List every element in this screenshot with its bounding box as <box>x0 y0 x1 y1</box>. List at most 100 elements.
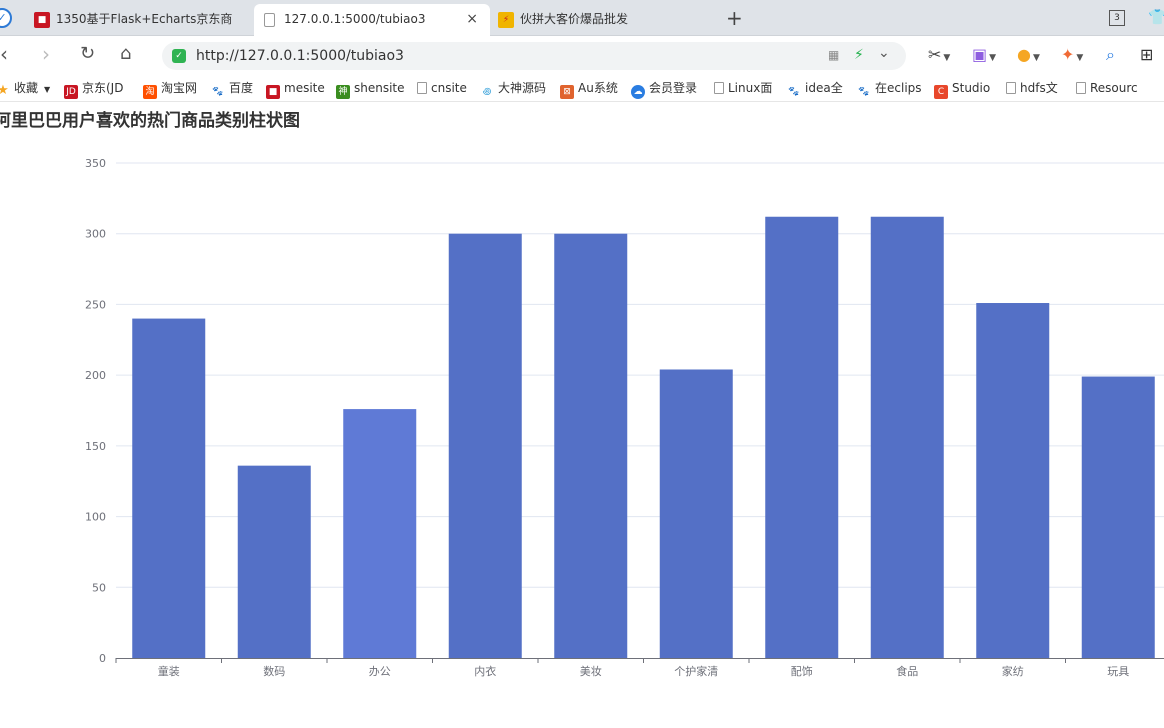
x-tick-label: 配饰 <box>791 664 813 678</box>
y-tick-label: 300 <box>85 228 106 241</box>
coin-icon[interactable]: ● ▼ <box>1017 44 1040 69</box>
y-tick-label: 250 <box>85 298 106 311</box>
bookmark-label: idea全 <box>805 81 843 95</box>
bookmark-favorites[interactable]: ★ 收藏 ▼ <box>0 80 50 98</box>
bookmark-label: hdfs文 <box>1020 81 1058 95</box>
bookmark-cnsite[interactable]: cnsite <box>417 80 467 96</box>
bar <box>132 318 206 658</box>
doc-icon <box>1006 82 1016 94</box>
bookmark-label: 百度 <box>229 81 254 95</box>
y-tick-label: 150 <box>85 440 106 453</box>
bookmark-label: shensite <box>354 81 405 95</box>
bar <box>343 409 417 658</box>
bookmark-studio[interactable]: C Studio <box>934 80 990 99</box>
bar <box>237 465 311 658</box>
search-icon[interactable]: ⌕ <box>1106 44 1115 66</box>
bookmark-label: Resourc <box>1090 81 1138 95</box>
bookmark-label: 会员登录 <box>649 81 698 95</box>
forward-button[interactable]: › <box>42 42 50 66</box>
doc-icon <box>714 82 724 94</box>
tab-tubiao3[interactable]: 127.0.0.1:5000/tubiao3 × <box>254 4 490 36</box>
bookmark-jd[interactable]: JD 京东(JD <box>64 80 123 99</box>
chart-title: 阿里巴巴用户喜欢的热门商品类别柱状图 <box>0 111 300 131</box>
lightning-icon[interactable]: ⚡ <box>854 47 864 63</box>
bookmark-hdfs[interactable]: hdfs文 <box>1006 80 1058 96</box>
apps-grid-icon[interactable]: ⊞ <box>1140 44 1153 66</box>
bookmark-baidu[interactable]: 🐾 百度 <box>211 80 253 99</box>
x-tick-label: 童装 <box>158 664 180 678</box>
bookmark-label: Linux面 <box>728 81 773 95</box>
address-bar[interactable]: ✓ http://127.0.0.1:5000/tubiao3 ▦ ⚡ ⌄ <box>162 42 906 70</box>
doc-icon <box>1076 82 1086 94</box>
jd-icon: JD <box>64 85 78 99</box>
bookmark-resource[interactable]: Resourc <box>1076 80 1138 96</box>
bookmark-label: Au系统 <box>578 81 618 95</box>
bookmark-label: 在eclips <box>875 81 922 95</box>
cloud-icon: ☁ <box>631 85 645 99</box>
bookmark-label: mesite <box>284 81 325 95</box>
shirt-icon[interactable]: 👕 <box>1148 8 1164 26</box>
shensite-icon: 神 <box>336 85 350 99</box>
x-tick-label: 美妆 <box>580 665 602 678</box>
bookmark-label: cnsite <box>431 81 467 95</box>
bookmark-shensite[interactable]: 神 shensite <box>336 80 405 99</box>
back-button[interactable]: ‹ <box>0 42 8 66</box>
tab-title: 127.0.0.1:5000/tubiao3 <box>284 12 426 26</box>
tab-count-badge[interactable]: 3 <box>1109 10 1125 26</box>
scissors-icon[interactable]: ✂ ▼ <box>928 44 950 69</box>
bookmark-label: 大神源码 <box>498 81 547 95</box>
bookmark-taobao[interactable]: 淘淘宝网 <box>143 80 197 99</box>
red-favicon-icon: ■ <box>34 12 50 28</box>
game-icon[interactable]: ✦ ▼ <box>1061 44 1083 69</box>
bar <box>870 216 944 658</box>
y-tick-label: 200 <box>85 369 106 382</box>
qr-code-icon[interactable]: ▦ <box>828 48 839 62</box>
swirl-icon: ꩜ <box>482 87 492 97</box>
bookmark-linux[interactable]: Linux面 <box>714 80 772 96</box>
tab-strip: ✓ ■ 1350基于Flask+Echarts京东商 127.0.0.1:500… <box>0 0 1164 36</box>
c-icon: C <box>934 85 948 99</box>
y-tick-label: 0 <box>99 652 106 665</box>
mesite-icon: ■ <box>266 85 280 99</box>
x-tick-label: 家纺 <box>1002 664 1024 678</box>
baidu-icon: 🐾 <box>858 87 870 97</box>
x-tick-label: 个护家清 <box>674 664 718 678</box>
reload-button[interactable]: ↻ <box>80 42 95 66</box>
browser-toolbar: ‹ › ↻ ⌂ ✓ http://127.0.0.1:5000/tubiao3 … <box>0 36 1164 74</box>
doc-icon <box>417 82 427 94</box>
new-tab-button[interactable]: + <box>726 5 743 31</box>
bar <box>765 216 839 658</box>
chevron-down-icon: ▼ <box>44 85 51 94</box>
y-tick-label: 350 <box>85 157 106 170</box>
star-icon: ★ <box>0 83 9 98</box>
bookmark-member-login[interactable]: ☁ 会员登录 <box>631 80 697 99</box>
bar <box>1081 376 1155 658</box>
bookmark-au[interactable]: ⊠ Au系统 <box>560 80 618 99</box>
bookmark-label: 京东(JD <box>82 81 124 95</box>
x-tick-label: 食品 <box>896 664 918 678</box>
x-tick-label: 内衣 <box>474 664 496 678</box>
y-tick-label: 50 <box>92 581 106 594</box>
tab-close-icon[interactable]: × <box>466 4 478 34</box>
x-tick-label: 玩具 <box>1107 665 1129 678</box>
chevron-down-icon[interactable]: ⌄ <box>878 45 890 61</box>
y-tick-label: 100 <box>85 511 106 524</box>
tab-title: 1350基于Flask+Echarts京东商 <box>56 12 233 26</box>
bookmark-dashen[interactable]: ꩜ 大神源码 <box>480 80 546 99</box>
bookmark-mesite[interactable]: ■ mesite <box>266 80 325 99</box>
bar <box>448 233 522 658</box>
translate-icon[interactable]: ▣ ▼ <box>972 44 996 69</box>
home-button[interactable]: ⌂ <box>120 42 131 66</box>
bookmark-label: 淘宝网 <box>161 81 198 95</box>
bookmark-eclipse[interactable]: 🐾 在eclips <box>857 80 922 99</box>
browser-logo-icon[interactable]: ✓ <box>0 8 12 28</box>
x-tick-label: 数码 <box>263 665 285 678</box>
tab-1350-flask[interactable]: ■ 1350基于Flask+Echarts京东商 <box>26 4 254 36</box>
url-text[interactable]: http://127.0.0.1:5000/tubiao3 <box>196 42 404 70</box>
bookmark-idea[interactable]: 🐾 idea全 <box>787 80 843 99</box>
document-icon <box>264 13 275 27</box>
bar <box>659 369 733 658</box>
tab-huopin[interactable]: ⚡ 伙拼大客价爆品批发 <box>490 4 718 36</box>
lightning-favicon-icon: ⚡ <box>498 12 514 28</box>
bookmarks-bar: ★ 收藏 ▼ JD 京东(JD 淘淘宝网 🐾 百度 ■ mesite 神 shensite … <box>0 74 1164 102</box>
